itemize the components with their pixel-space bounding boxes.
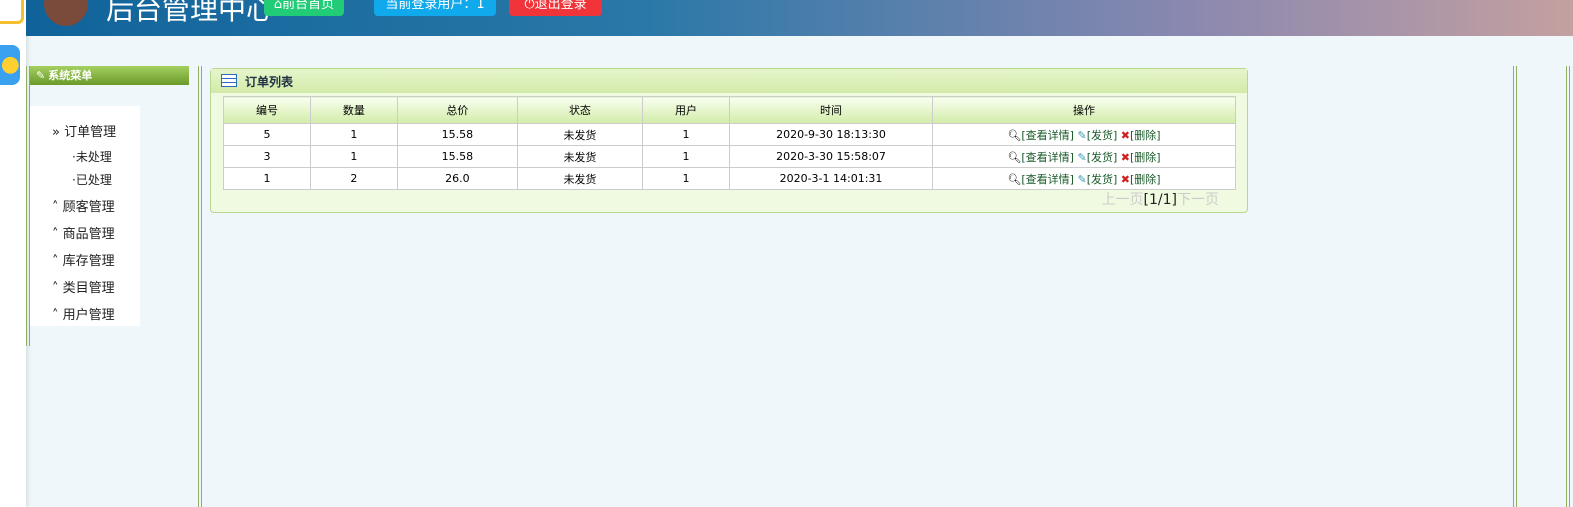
delete-icon: ✖ — [1120, 172, 1130, 186]
pencil-icon: ✎ — [1077, 150, 1087, 164]
table-cell: 未发货 — [516, 145, 644, 168]
table-cell: 2 — [309, 167, 398, 190]
table-row: 5 1 15.58 未发货 1 2020-9-30 18:13:30 🔍︎[查看详情] ✎… — [223, 123, 1236, 146]
search-icon: 🔍︎ — [1007, 128, 1022, 142]
edit-icon: ✎ — [36, 69, 46, 82]
ship-link[interactable]: [发货] — [1087, 129, 1118, 142]
delete-icon: ✖ — [1120, 150, 1130, 164]
table-cell: 1 — [642, 123, 730, 146]
sidebar-menu: » 订单管理 ·未处理 ·已处理 ˄ 顾客管理 ˄ 商品管理 ˄ 库存管理 ˄ … — [30, 106, 140, 326]
sidebar-item-categories[interactable]: ˄ 类目管理 — [52, 277, 115, 296]
table-cell: 15.58 — [396, 145, 518, 168]
sidebar-item-users[interactable]: ˄ 用户管理 — [52, 304, 115, 323]
table-icon — [221, 74, 237, 87]
actions-cell: 🔍︎[查看详情] ✎[发货] ✖[删除] — [932, 123, 1236, 146]
menu-header: ✎ 系统菜单 — [30, 66, 189, 85]
table-cell: 3 — [223, 145, 311, 168]
current-user-button[interactable]: 当前登录用户：1 — [374, 0, 496, 16]
orders-table: 编号 数量 总价 状态 用户 时间 操作 5 1 15.58 未发货 1 2020-9-3… — [223, 96, 1236, 190]
table-cell: 2020-9-30 18:13:30 — [729, 123, 933, 146]
column-header: 时间 — [729, 96, 933, 124]
sidebar-item-customers[interactable]: ˄ 顾客管理 — [52, 196, 115, 215]
table-row: 3 1 15.58 未发货 1 2020-3-30 15:58:07 🔍︎[查看详情] ✎… — [223, 145, 1236, 168]
table-cell: 26.0 — [396, 167, 518, 190]
column-header: 状态 — [516, 96, 644, 124]
table-cell: 1 — [309, 123, 398, 146]
power-icon: ⏻ — [524, 0, 535, 12]
column-header: 编号 — [223, 96, 311, 124]
divider — [1513, 66, 1517, 507]
table-cell: 15.58 — [396, 123, 518, 146]
column-header: 总价 — [396, 96, 518, 124]
table-cell: 1 — [642, 145, 730, 168]
home-icon: ⌂ — [273, 0, 283, 12]
page-indicator: [1/1] — [1143, 192, 1177, 208]
sidebar-item-orders[interactable]: » 订单管理 — [52, 121, 116, 140]
next-page-link[interactable]: 下一页 — [1177, 192, 1219, 208]
lightbulb-app-icon[interactable]: ● — [0, 45, 20, 85]
delete-link[interactable]: [删除] — [1130, 151, 1161, 164]
table-cell: 1 — [223, 167, 311, 190]
panel-title: 订单列表 — [245, 75, 294, 89]
logout-button[interactable]: ⏻退出登录 — [509, 0, 602, 16]
delete-icon: ✖ — [1120, 128, 1130, 142]
table-cell: 未发货 — [516, 123, 644, 146]
home-button[interactable]: ⌂前台首页 — [264, 0, 344, 16]
splitter[interactable] — [198, 66, 202, 507]
divider — [1566, 66, 1570, 507]
delete-link[interactable]: [删除] — [1130, 173, 1161, 186]
page-title: 后台管理中心 — [106, 0, 275, 26]
table-row: 1 2 26.0 未发货 1 2020-3-1 14:01:31 🔍︎[查看详情] ✎[发… — [223, 167, 1236, 190]
view-details-link[interactable]: [查看详情] — [1021, 129, 1074, 142]
table-cell: 2020-3-30 15:58:07 — [729, 145, 933, 168]
table-cell: 未发货 — [516, 167, 644, 190]
actions-cell: 🔍︎[查看详情] ✎[发货] ✖[删除] — [932, 167, 1236, 190]
column-header: 操作 — [932, 96, 1236, 124]
chevron-up-icon: ˄ — [52, 200, 63, 215]
prev-page-link[interactable]: 上一页 — [1102, 192, 1144, 208]
sidebar-item-inventory[interactable]: ˄ 库存管理 — [52, 250, 115, 269]
table-cell: 1 — [642, 167, 730, 190]
avatar — [44, 0, 88, 26]
sidebar-subitem-processed[interactable]: ·已处理 — [72, 171, 112, 188]
table-cell: 5 — [223, 123, 311, 146]
delete-link[interactable]: [删除] — [1130, 129, 1161, 142]
order-list-panel: 订单列表 编号 数量 总价 状态 用户 时间 操作 5 1 15.58 未发货 1 202… — [210, 68, 1248, 213]
table-cell: 2020-3-1 14:01:31 — [729, 167, 933, 190]
table-cell: 1 — [309, 145, 398, 168]
view-details-link[interactable]: [查看详情] — [1021, 151, 1074, 164]
chevron-up-icon: ˄ — [52, 308, 63, 323]
ship-link[interactable]: [发货] — [1087, 151, 1118, 164]
column-header: 用户 — [642, 96, 730, 124]
sidebar-subitem-unprocessed[interactable]: ·未处理 — [72, 148, 112, 165]
chevron-up-icon: ˄ — [52, 227, 63, 242]
chevron-up-icon: ˄ — [52, 281, 63, 296]
app-icon[interactable] — [0, 0, 24, 24]
pager: 上一页[1/1]下一页 — [1102, 189, 1219, 209]
ship-link[interactable]: [发货] — [1087, 173, 1118, 186]
column-header: 数量 — [309, 96, 398, 124]
chevron-down-icon: » — [52, 125, 65, 140]
actions-cell: 🔍︎[查看详情] ✎[发货] ✖[删除] — [932, 145, 1236, 168]
sidebar-item-products[interactable]: ˄ 商品管理 — [52, 223, 115, 242]
pencil-icon: ✎ — [1077, 128, 1087, 142]
search-icon: 🔍︎ — [1007, 172, 1022, 186]
search-icon: 🔍︎ — [1007, 150, 1022, 164]
view-details-link[interactable]: [查看详情] — [1021, 173, 1074, 186]
pencil-icon: ✎ — [1077, 172, 1087, 186]
app-strip: ● — [0, 0, 26, 507]
chevron-up-icon: ˄ — [52, 254, 63, 269]
header: 后台管理中心 ⌂前台首页 当前登录用户：1 ⏻退出登录 — [26, 0, 1573, 36]
